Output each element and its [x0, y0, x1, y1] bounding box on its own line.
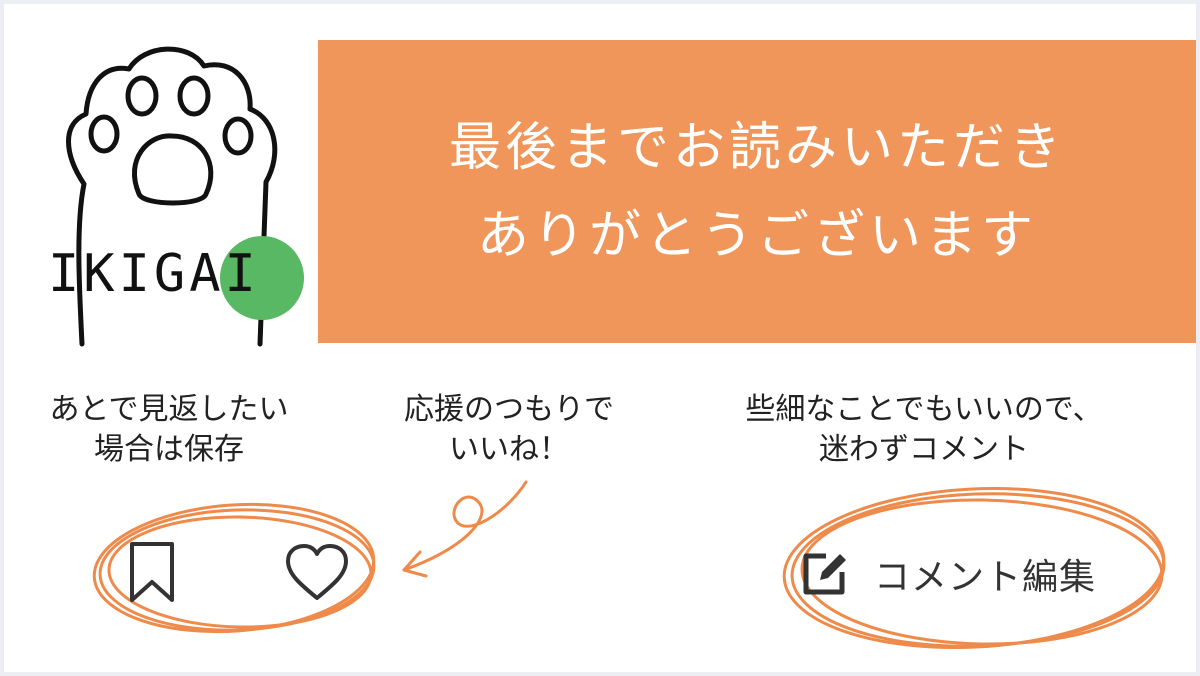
comment-hint-line-2: 迷わずコメント: [819, 432, 1029, 467]
banner-line-1: 最後までお読みいただき: [448, 117, 1065, 178]
save-hint: あとで見返したい 場合は保存: [24, 390, 314, 470]
like-hint-line-1: 応援のつもりで: [404, 392, 614, 427]
save-button[interactable]: [122, 538, 182, 606]
logo-text: IKIGAI: [48, 244, 260, 304]
comment-hint: 些細なことでもいいので、 迷わずコメント: [739, 390, 1109, 470]
ikigai-logo: IKIGAI: [24, 24, 324, 354]
thank-you-card: IKIGAI 最後までお読みいただき ありがとうございます あとで見返したい 場…: [4, 4, 1196, 672]
like-hint-line-2: いいね！: [449, 432, 569, 467]
save-hint-line-2: 場合は保存: [94, 432, 244, 467]
edit-icon: [803, 553, 846, 595]
like-hint: 応援のつもりで いいね！: [389, 390, 629, 470]
curly-arrow-icon: [402, 480, 528, 572]
comment-edit-label: コメント編集: [874, 557, 1097, 598]
banner-line-2: ありがとうございます: [476, 205, 1037, 266]
save-hint-line-1: あとで見返したい: [49, 392, 289, 427]
like-button[interactable]: [282, 542, 352, 604]
heart-icon: [286, 544, 348, 600]
comment-hint-line-1: 些細なことでもいいので、: [745, 392, 1103, 427]
comment-edit-button[interactable]: コメント編集: [796, 538, 1136, 610]
thank-you-banner: 最後までお読みいただき ありがとうございます: [318, 40, 1196, 343]
bookmark-icon: [130, 542, 174, 602]
